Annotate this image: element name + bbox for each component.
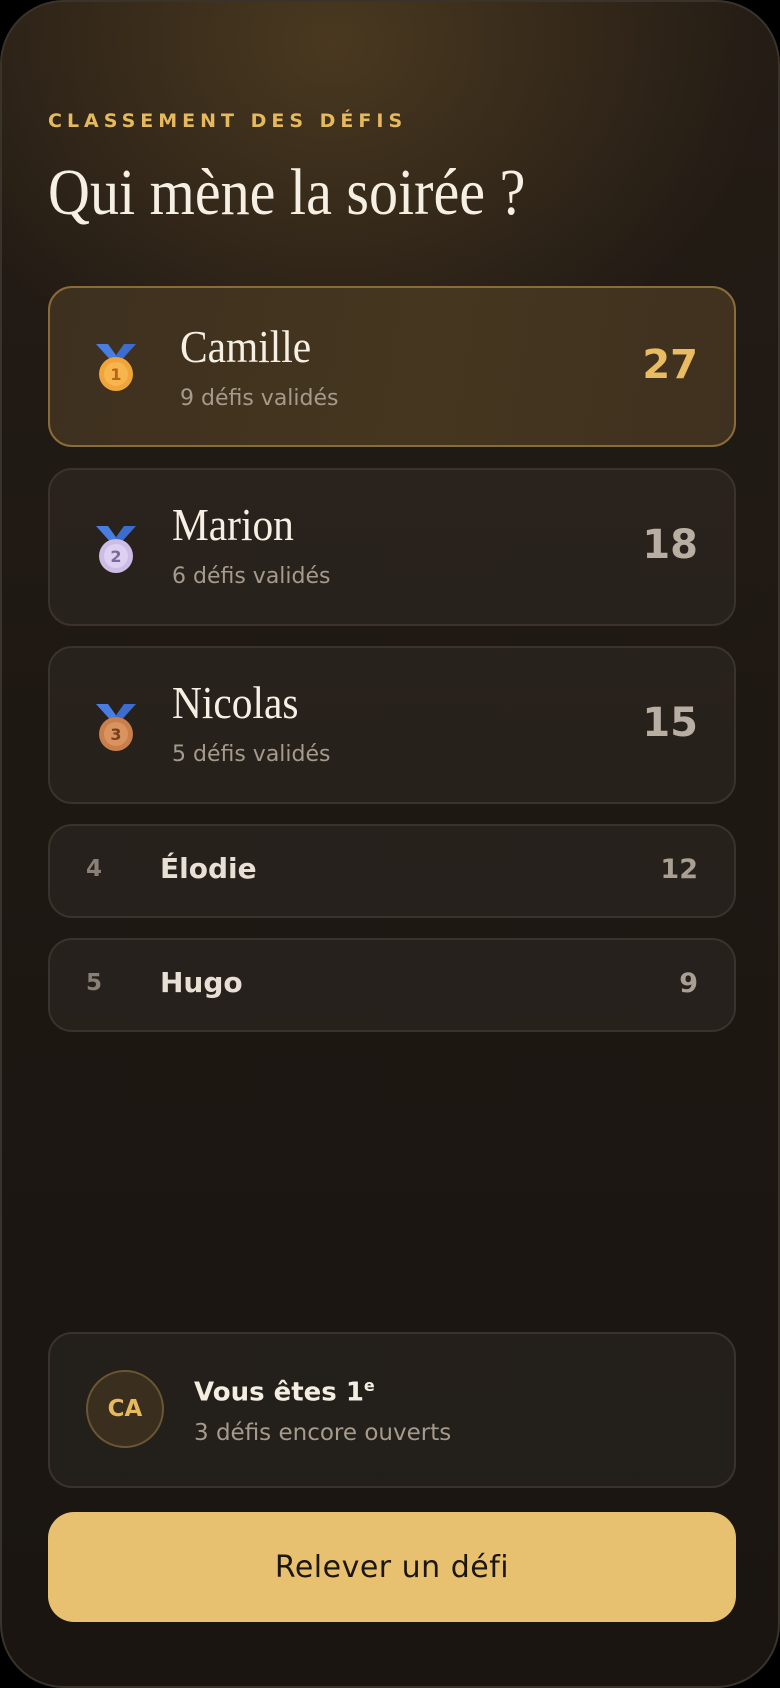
leaderboard-row-3[interactable]: 3 Nicolas 5 défis validés 15: [48, 646, 736, 804]
leaderboard-row-5[interactable]: 5 Hugo 9: [48, 938, 736, 1032]
player-name: Nicolas: [172, 677, 299, 728]
player-rank: 4: [86, 856, 103, 882]
player-score: 15: [642, 700, 698, 746]
leaderboard-row-2[interactable]: 2 Marion 6 défis validés 18: [48, 468, 736, 626]
silver-medal-icon: 2: [96, 526, 136, 573]
section-eyebrow: CLASSEMENT DES DÉFIS: [48, 110, 408, 132]
player-name: Élodie: [160, 852, 257, 885]
player-score: 18: [642, 522, 698, 568]
medal-rank-label: 3: [110, 725, 121, 744]
current-user-rank-text: Vous êtes 1: [194, 1377, 364, 1408]
take-challenge-button[interactable]: Relever un défi: [48, 1512, 736, 1622]
bronze-medal-icon: 3: [96, 704, 136, 751]
gold-medal-icon: 1: [96, 344, 136, 391]
app-screen: CLASSEMENT DES DÉFIS Qui mène la soirée …: [0, 0, 780, 1688]
player-name: Marion: [172, 499, 294, 550]
leaderboard-row-4[interactable]: 4 Élodie 12: [48, 824, 736, 918]
player-challenges-count: 6 défis validés: [172, 564, 331, 589]
avatar: CA: [86, 1370, 164, 1448]
leaderboard-row-1[interactable]: 1 Camille 9 défis validés 27: [48, 286, 736, 447]
player-name: Hugo: [160, 966, 243, 999]
open-challenges-text: 3 défis encore ouverts: [194, 1420, 452, 1446]
player-name: Camille: [180, 321, 312, 372]
player-score: 9: [679, 968, 698, 999]
medal-rank-label: 2: [110, 547, 121, 566]
player-challenges-count: 9 défis validés: [180, 386, 339, 411]
player-score: 12: [660, 854, 698, 885]
player-rank: 5: [86, 970, 103, 996]
current-user-card: CA Vous êtes 1e 3 défis encore ouverts: [48, 1332, 736, 1488]
page-title: Qui mène la soirée ?: [48, 156, 526, 229]
current-user-rank: Vous êtes 1e: [194, 1376, 375, 1408]
player-score: 27: [642, 342, 698, 388]
medal-rank-label: 1: [110, 365, 121, 384]
player-challenges-count: 5 défis validés: [172, 742, 331, 767]
rank-ordinal-suffix: e: [363, 1376, 375, 1395]
